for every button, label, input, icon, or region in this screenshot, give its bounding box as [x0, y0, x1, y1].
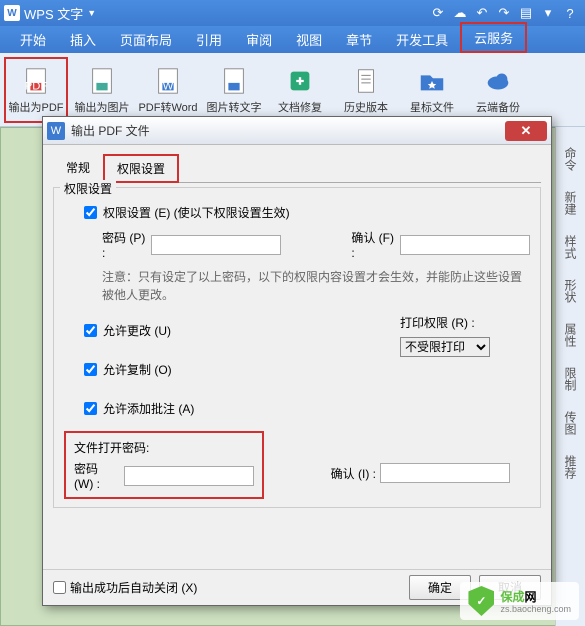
perm-enable-checkbox[interactable]: [84, 206, 97, 219]
app-title: WPS 文字: [24, 4, 83, 23]
ribbon-label: 星标文件: [410, 99, 454, 115]
confirm-password-input[interactable]: [400, 235, 530, 255]
tab-start[interactable]: 开始: [8, 26, 58, 53]
allow-edit-checkbox[interactable]: [84, 324, 97, 337]
side-new[interactable]: 新建: [562, 191, 579, 215]
ribbon-pdf-to-word[interactable]: W PDF转Word: [136, 57, 200, 123]
ribbon-label: 图片转文字: [207, 99, 262, 115]
tab-insert[interactable]: 插入: [58, 26, 108, 53]
tb-refresh-icon[interactable]: ⟳: [427, 3, 449, 23]
side-recommend[interactable]: 推荐: [562, 455, 579, 479]
side-cmd[interactable]: 命令: [562, 147, 579, 171]
dialog-tabs: 常规 权限设置: [53, 153, 541, 183]
ribbon-star[interactable]: 星标文件: [400, 57, 464, 123]
close-button[interactable]: ✕: [505, 121, 547, 141]
confirm-label: 确认 (F) :: [351, 229, 396, 260]
password-input[interactable]: [151, 235, 281, 255]
app-logo-icon: W: [4, 5, 20, 21]
tab-layout[interactable]: 页面布局: [108, 26, 184, 53]
image-export-icon: [86, 65, 118, 97]
svg-text:W: W: [163, 80, 174, 92]
auto-close-label: 输出成功后自动关闭 (X): [70, 579, 197, 596]
tab-reference[interactable]: 引用: [184, 26, 234, 53]
tab-cloud[interactable]: 云服务: [460, 22, 527, 53]
shield-icon: ✓: [468, 586, 494, 616]
side-restrict[interactable]: 限制: [562, 367, 579, 391]
tb-page-icon[interactable]: ▤: [515, 3, 537, 23]
tb-min-icon[interactable]: ▾: [537, 3, 559, 23]
tb-cloud-icon[interactable]: ☁: [449, 3, 471, 23]
svg-text:PDF: PDF: [25, 80, 48, 92]
ribbon-label: PDF转Word: [138, 99, 197, 115]
open-confirm-input[interactable]: [380, 463, 510, 483]
ribbon-label: 文档修复: [278, 99, 322, 115]
tb-redo-icon[interactable]: ↷: [493, 3, 515, 23]
tab-view[interactable]: 视图: [284, 26, 334, 53]
side-upload[interactable]: 传图: [562, 411, 579, 435]
ribbon-repair[interactable]: 文档修复: [268, 57, 332, 123]
side-style[interactable]: 样式: [562, 235, 579, 259]
allow-annot-label: 允许添加批注 (A): [103, 400, 194, 417]
side-shape[interactable]: 形状: [562, 279, 579, 303]
ribbon-ocr[interactable]: 图片转文字: [202, 57, 266, 123]
watermark-url: zs.baocheng.com: [500, 604, 571, 614]
dialog-titlebar: W 输出 PDF 文件 ✕: [43, 117, 551, 145]
open-password-group: 文件打开密码: 密码 (W) :: [64, 431, 264, 499]
ribbon-label: 输出为PDF: [9, 99, 64, 115]
pdf-word-icon: W: [152, 65, 184, 97]
tab-general[interactable]: 常规: [53, 154, 103, 183]
dialog-title: 输出 PDF 文件: [71, 122, 150, 139]
dialog-icon: W: [47, 122, 65, 140]
ribbon-label: 历史版本: [344, 99, 388, 115]
group-title: 权限设置: [60, 180, 116, 197]
allow-copy-checkbox[interactable]: [84, 363, 97, 376]
open-password-input[interactable]: [124, 466, 254, 486]
auto-close-checkbox[interactable]: [53, 581, 66, 594]
ribbon-export-pdf[interactable]: PDF 输出为PDF: [4, 57, 68, 123]
print-permission-select[interactable]: 不受限打印: [400, 337, 490, 357]
side-prop[interactable]: 属性: [562, 323, 579, 347]
ribbon-export-image[interactable]: 输出为图片: [70, 57, 134, 123]
export-pdf-dialog: W 输出 PDF 文件 ✕ 常规 权限设置 权限设置 权限设置 (E) (使以下…: [42, 116, 552, 606]
tab-review[interactable]: 审阅: [234, 26, 284, 53]
tb-undo-icon[interactable]: ↶: [471, 3, 493, 23]
ribbon-history[interactable]: 历史版本: [334, 57, 398, 123]
allow-copy-label: 允许复制 (O): [103, 361, 172, 378]
side-panel: 命令 新建 样式 形状 属性 限制 传图 推荐: [555, 127, 585, 626]
open-group-title: 文件打开密码:: [74, 439, 254, 456]
title-dropdown-icon[interactable]: ▼: [87, 8, 96, 18]
tab-dev[interactable]: 开发工具: [384, 26, 460, 53]
repair-icon: [284, 65, 316, 97]
cloud-backup-icon: [482, 65, 514, 97]
history-icon: [350, 65, 382, 97]
open-pwd-label: 密码 (W) :: [74, 460, 120, 491]
ribbon-label: 输出为图片: [75, 99, 130, 115]
tb-help-icon[interactable]: ?: [559, 3, 581, 23]
allow-annot-checkbox[interactable]: [84, 402, 97, 415]
ribbon-cloud-backup[interactable]: 云端备份: [466, 57, 530, 123]
ribbon-label: 云端备份: [476, 99, 520, 115]
ocr-icon: [218, 65, 250, 97]
pwd-label: 密码 (P) :: [102, 229, 147, 260]
allow-edit-label: 允许更改 (U): [103, 322, 171, 339]
print-perm-label: 打印权限 (R) :: [400, 314, 490, 331]
main-tabs: 开始 插入 页面布局 引用 审阅 视图 章节 开发工具 云服务: [0, 26, 585, 53]
perm-enable-label: 权限设置 (E) (使以下权限设置生效): [103, 204, 290, 221]
tab-permissions[interactable]: 权限设置: [103, 154, 179, 183]
tab-chapter[interactable]: 章节: [334, 26, 384, 53]
watermark: ✓ 保成网 zs.baocheng.com: [460, 582, 579, 620]
open-confirm-label: 确认 (I) :: [331, 465, 376, 482]
permission-note: 注意：只有设定了以上密码，以下的权限内容设置才会生效，并能防止这些设置被他人更改…: [102, 268, 530, 304]
permission-group: 权限设置 权限设置 (E) (使以下权限设置生效) 密码 (P) : 确认 (F…: [53, 187, 541, 508]
star-folder-icon: [416, 65, 448, 97]
pdf-export-icon: PDF: [20, 65, 52, 97]
